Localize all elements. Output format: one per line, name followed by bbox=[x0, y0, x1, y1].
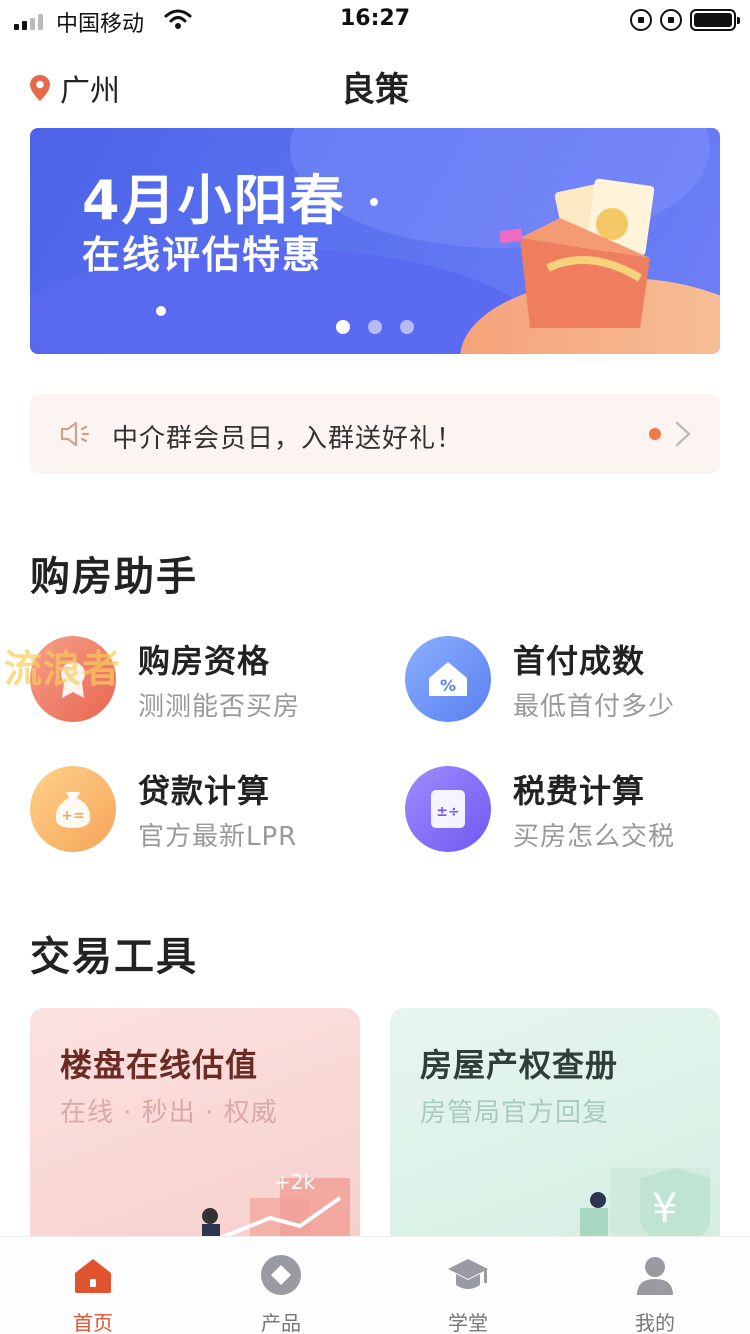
svg-text:+=: += bbox=[61, 808, 84, 824]
growth-label: +2k bbox=[274, 1170, 316, 1194]
section-title-purchase-helper: 购房助手 bbox=[30, 554, 198, 600]
tab-label: 我的 bbox=[635, 1311, 675, 1334]
diamond-icon bbox=[261, 1255, 301, 1295]
house-percent-icon: % bbox=[405, 636, 491, 722]
tab-label: 首页 bbox=[73, 1311, 113, 1334]
helper-subtitle: 测测能否买房 bbox=[138, 692, 301, 722]
section-title-trade-tools: 交易工具 bbox=[30, 934, 198, 980]
page-title: 良策 bbox=[341, 70, 409, 110]
tab-mine[interactable]: 我的 bbox=[595, 1253, 715, 1334]
pagination-dot[interactable] bbox=[400, 320, 414, 334]
svg-text:%: % bbox=[440, 676, 456, 695]
helper-loan-calculator[interactable]: += 贷款计算 官方最新LPR bbox=[30, 766, 370, 866]
tool-title: 楼盘在线估值 bbox=[60, 1046, 259, 1084]
calculator-icon: ±÷ bbox=[405, 766, 491, 852]
status-bar: 中国移动 16:27 bbox=[0, 0, 750, 42]
pagination-dot[interactable] bbox=[336, 320, 350, 334]
battery-icon bbox=[690, 9, 740, 31]
banner-pagination bbox=[336, 320, 414, 334]
chevron-right-icon[interactable] bbox=[674, 420, 692, 448]
helper-title: 首付成数 bbox=[513, 642, 646, 680]
nav-header: 广州 良策 bbox=[0, 58, 750, 114]
tab-bar: 首页 产品 学堂 我的 bbox=[0, 1236, 750, 1334]
helper-title: 购房资格 bbox=[138, 642, 271, 680]
svg-text:±÷: ±÷ bbox=[436, 804, 459, 820]
tool-card-property-title-search[interactable]: 房屋产权查册 房管局官方回复 ¥ bbox=[390, 1008, 720, 1248]
helper-tax-calculator[interactable]: ±÷ 税费计算 买房怎么交税 bbox=[405, 766, 745, 866]
money-bag-icon: += bbox=[30, 766, 116, 852]
helper-title: 税费计算 bbox=[513, 772, 646, 810]
user-icon bbox=[637, 1257, 673, 1295]
pagination-dot[interactable] bbox=[368, 320, 382, 334]
decor-dot bbox=[370, 198, 378, 206]
tab-products[interactable]: 产品 bbox=[221, 1253, 341, 1334]
helper-down-payment[interactable]: % 首付成数 最低首付多少 bbox=[405, 636, 745, 736]
alarm-icon bbox=[660, 9, 682, 31]
tab-home[interactable]: 首页 bbox=[33, 1253, 153, 1334]
tool-title: 房屋产权查册 bbox=[420, 1046, 619, 1084]
tab-label: 学堂 bbox=[448, 1311, 488, 1334]
tool-card-property-valuation[interactable]: 楼盘在线估值 在线 · 秒出 · 权威 +2k bbox=[30, 1008, 360, 1248]
graduation-cap-icon bbox=[448, 1259, 488, 1289]
shield-document-illustration bbox=[580, 1168, 710, 1248]
helper-subtitle: 买房怎么交税 bbox=[513, 822, 676, 852]
promo-banner[interactable]: 4月小阳春 在线评估特惠 bbox=[30, 128, 720, 354]
tool-subtitle: 在线 · 秒出 · 权威 bbox=[60, 1098, 278, 1128]
tool-subtitle: 房管局官方回复 bbox=[420, 1098, 610, 1128]
helper-title: 贷款计算 bbox=[138, 772, 271, 810]
notice-text: 中介群会员日，入群送好礼！ bbox=[112, 424, 464, 454]
gift-box-illustration bbox=[500, 178, 655, 328]
helper-subtitle: 官方最新LPR bbox=[138, 822, 298, 852]
valuation-chart-illustration bbox=[202, 1178, 350, 1248]
tab-label: 产品 bbox=[261, 1311, 301, 1334]
decor-dot bbox=[156, 306, 166, 316]
tab-academy[interactable]: 学堂 bbox=[408, 1253, 528, 1334]
home-icon bbox=[75, 1259, 111, 1293]
yuan-icon: ¥ bbox=[652, 1186, 678, 1232]
speaker-icon bbox=[60, 421, 90, 447]
banner-subtitle: 在线评估特惠 bbox=[82, 233, 323, 277]
unread-dot bbox=[649, 428, 661, 440]
helper-subtitle: 最低首付多少 bbox=[513, 692, 676, 722]
watermark: 流浪者 bbox=[4, 647, 122, 691]
notice-bar[interactable]: 中介群会员日，入群送好礼！ bbox=[30, 394, 720, 474]
rotation-lock-icon bbox=[630, 9, 652, 31]
